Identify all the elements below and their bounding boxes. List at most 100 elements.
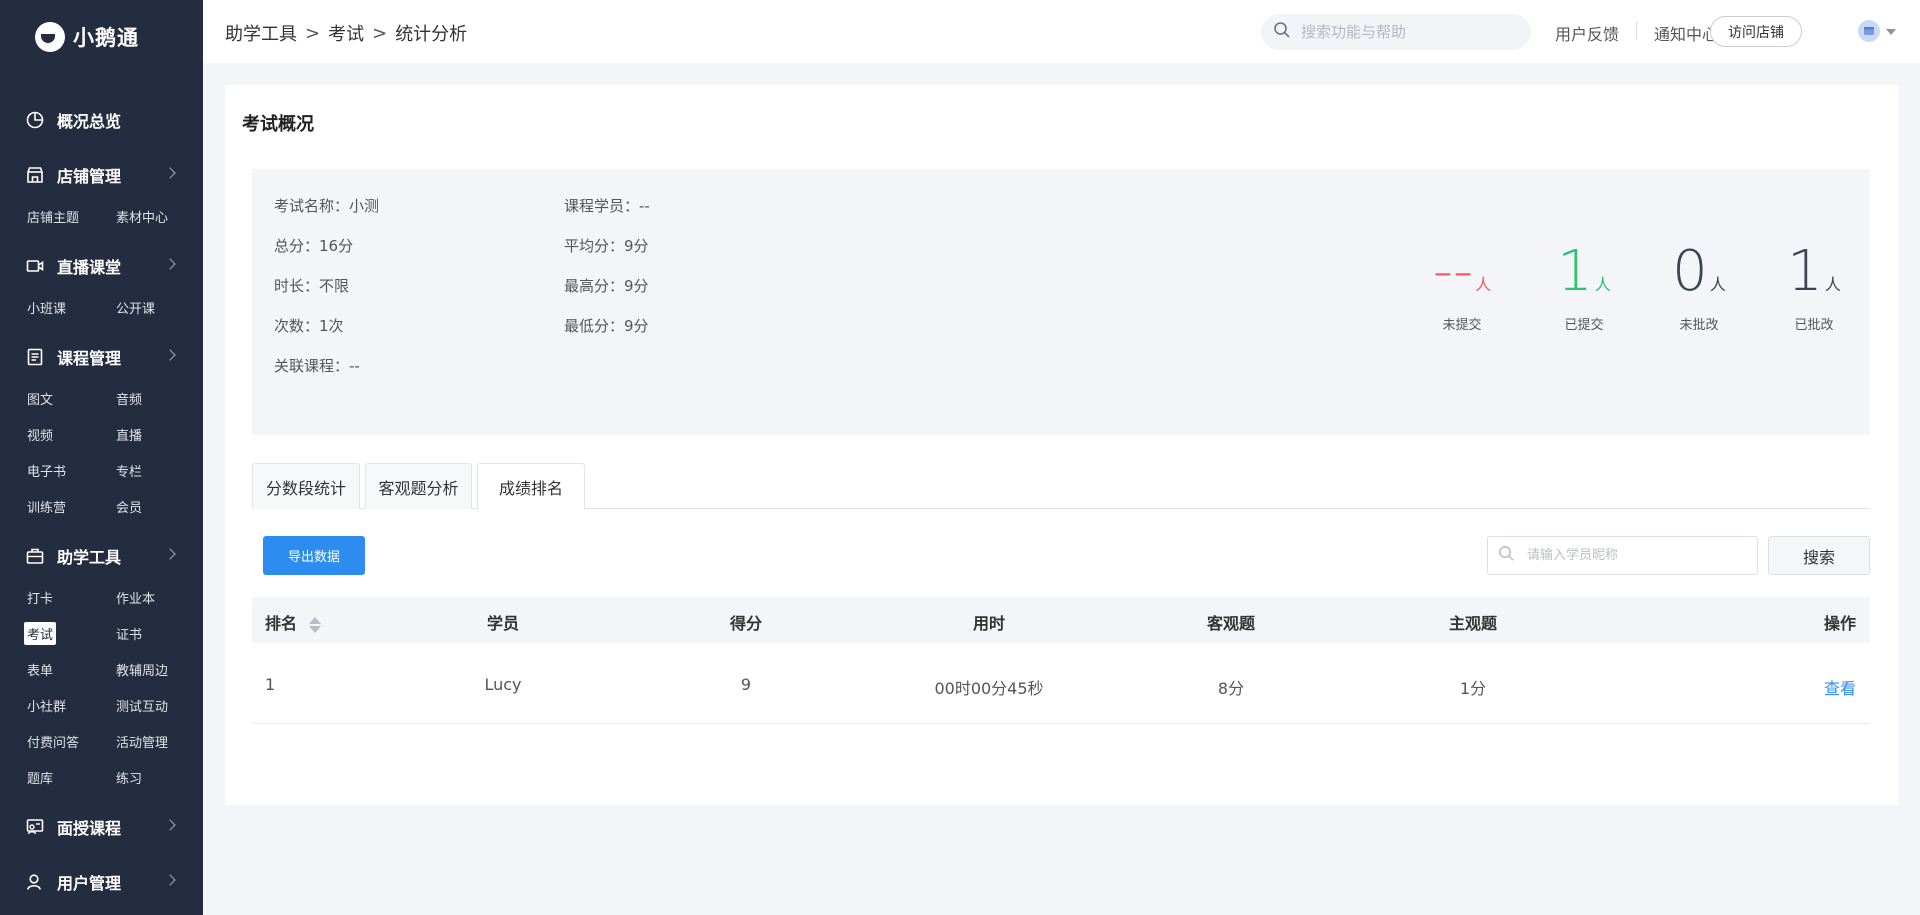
sidebar-item-homework[interactable]: 作业本	[113, 586, 158, 609]
breadcrumb: 助学工具 > 考试 > 统计分析	[225, 20, 467, 46]
info-value: 16分	[319, 237, 354, 255]
nav-overview[interactable]: 概况总览	[0, 105, 203, 135]
breadcrumb-exam[interactable]: 考试	[328, 20, 364, 46]
tab-score-ranking[interactable]: 成绩排名	[477, 463, 585, 510]
nav-offline-course[interactable]: 面授课程	[0, 812, 203, 842]
sidebar: 小鹅通 概况总览 店铺管理 店铺主题 素材中心 直播课堂 小班课 公开课 课程管…	[0, 0, 203, 915]
user-icon	[25, 872, 45, 892]
info-value: 不限	[319, 277, 350, 295]
chevron-right-icon	[164, 349, 176, 361]
table-row: 1 Lucy 9 00时00分45秒 8分 1分 查看	[252, 645, 1870, 724]
sub-row: 小班课 公开课	[0, 294, 203, 320]
search-button[interactable]: 搜索	[1768, 536, 1870, 575]
nav-store-management[interactable]: 店铺管理	[0, 160, 203, 190]
sub-row: 视频 直播	[0, 421, 203, 447]
sidebar-item-activity-management[interactable]: 活动管理	[113, 730, 171, 753]
sidebar-item-live[interactable]: 直播	[113, 423, 145, 446]
sort-icon[interactable]	[308, 616, 321, 633]
pie-chart-icon	[25, 110, 45, 130]
nav-offline-course-label: 面授课程	[57, 819, 122, 838]
info-label: 最低分：	[564, 317, 625, 335]
cell-subjective: 1分	[1459, 679, 1487, 698]
student-nickname-input[interactable]	[1527, 548, 1747, 563]
nav-overview-label: 概况总览	[57, 112, 122, 131]
sidebar-item-ebook[interactable]: 电子书	[24, 459, 69, 482]
column-header-rank[interactable]: 排名	[265, 610, 321, 634]
search-icon	[1498, 545, 1515, 566]
notification-center-link[interactable]: 通知中心	[1654, 21, 1718, 45]
nav-live-classroom[interactable]: 直播课堂	[0, 251, 203, 281]
sidebar-item-video[interactable]: 视频	[24, 423, 56, 446]
column-header-objective: 客观题	[1206, 614, 1256, 633]
info-label: 关联课程：	[274, 357, 350, 375]
breadcrumb-learning-tools[interactable]: 助学工具	[225, 20, 297, 46]
cell-rank: 1	[265, 675, 276, 694]
sidebar-item-column[interactable]: 专栏	[113, 459, 145, 482]
sidebar-item-audio[interactable]: 音频	[113, 387, 145, 410]
nav-course-management[interactable]: 课程管理	[0, 342, 203, 372]
sidebar-item-membership[interactable]: 会员	[113, 495, 145, 518]
chevron-down-icon[interactable]	[1886, 29, 1896, 35]
info-value: 9分	[624, 317, 649, 335]
info-label: 总分：	[274, 237, 320, 255]
sub-row: 训练营 会员	[0, 493, 203, 519]
global-search-input[interactable]	[1301, 23, 1511, 41]
nav-user-management[interactable]: 用户管理	[0, 867, 203, 897]
stat-label: 未提交	[1442, 318, 1482, 333]
sidebar-item-material-center[interactable]: 素材中心	[113, 205, 171, 228]
info-duration: 时长：不限	[274, 275, 349, 296]
sub-row: 小社群 测试互动	[0, 692, 203, 718]
sidebar-item-checkin[interactable]: 打卡	[24, 586, 56, 609]
sub-row: 付费问答 活动管理	[0, 728, 203, 754]
sidebar-item-training-camp[interactable]: 训练营	[24, 495, 69, 518]
stat-submitted: 1人 已提交	[1529, 239, 1639, 334]
sidebar-item-exam[interactable]: 考试	[24, 622, 57, 645]
nav-learning-tools-label: 助学工具	[57, 548, 122, 567]
sidebar-item-small-class[interactable]: 小班课	[24, 296, 69, 319]
column-header-action: 操作	[1823, 614, 1856, 633]
sidebar-item-question-bank[interactable]: 题库	[24, 766, 56, 789]
info-label: 最高分：	[564, 277, 625, 295]
sidebar-item-teaching-aids[interactable]: 教辅周边	[113, 658, 171, 681]
stat-label: 已提交	[1564, 318, 1604, 333]
sidebar-item-certificate[interactable]: 证书	[113, 622, 145, 645]
sidebar-item-store-theme[interactable]: 店铺主题	[24, 205, 82, 228]
avatar[interactable]	[1858, 20, 1880, 42]
cell-objective: 8分	[1217, 679, 1245, 698]
tab-objective-analysis[interactable]: 客观题分析	[365, 463, 472, 509]
chevron-right-icon	[164, 258, 176, 270]
info-highest-score: 最高分：9分	[564, 275, 649, 296]
sidebar-item-quiz-interaction[interactable]: 测试互动	[113, 694, 171, 717]
sidebar-item-community[interactable]: 小社群	[24, 694, 69, 717]
header-divider	[1636, 22, 1637, 40]
stat-value: 1	[1787, 239, 1823, 304]
sidebar-item-practice[interactable]: 练习	[113, 766, 145, 789]
stat-unit: 人	[1475, 275, 1492, 294]
info-label: 平均分：	[564, 237, 625, 255]
sidebar-item-form[interactable]: 表单	[24, 658, 56, 681]
nav-course-management-label: 课程管理	[57, 349, 122, 368]
info-attempts: 次数：1次	[274, 315, 344, 336]
sub-row: 店铺主题 素材中心	[0, 203, 203, 229]
visit-store-button[interactable]: 访问店铺	[1710, 16, 1802, 47]
view-link[interactable]: 查看	[1824, 675, 1856, 699]
info-label: 考试名称：	[274, 197, 350, 215]
sidebar-item-paid-qa[interactable]: 付费问答	[24, 730, 82, 753]
global-search	[1261, 14, 1531, 50]
user-feedback-link[interactable]: 用户反馈	[1555, 21, 1619, 45]
nav-learning-tools[interactable]: 助学工具	[0, 541, 203, 571]
sidebar-item-graphic[interactable]: 图文	[24, 387, 56, 410]
stat-unit: 人	[1824, 275, 1841, 294]
tab-score-distribution[interactable]: 分数段统计	[252, 463, 360, 509]
chevron-right-icon	[164, 167, 176, 179]
column-header-time-used: 用时	[972, 614, 1006, 633]
info-lowest-score: 最低分：9分	[564, 315, 649, 336]
stat-value: 1	[1557, 239, 1593, 304]
stat-graded: 1人 已批改	[1759, 239, 1869, 334]
stat-unit: 人	[1709, 275, 1726, 294]
info-value: 9分	[624, 277, 649, 295]
info-total-score: 总分：16分	[274, 235, 353, 256]
brand-logo[interactable]: 小鹅通	[35, 22, 139, 52]
sidebar-item-open-class[interactable]: 公开课	[113, 296, 158, 319]
export-data-button[interactable]: 导出数据	[263, 536, 365, 575]
